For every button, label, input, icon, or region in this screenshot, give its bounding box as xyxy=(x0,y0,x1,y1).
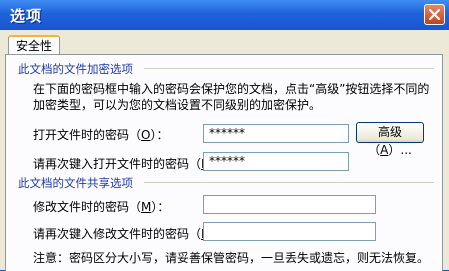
modify-password-field[interactable] xyxy=(203,195,376,214)
open-password-field[interactable]: ****** xyxy=(203,124,349,143)
section-divider xyxy=(144,182,434,183)
close-button[interactable] xyxy=(424,4,445,25)
title-bar[interactable]: 选项 xyxy=(0,0,449,30)
close-icon xyxy=(429,9,440,20)
reenter-modify-password-label: 请再次键入修改文件时的密码（R）： xyxy=(33,227,227,241)
tab-security[interactable]: 安全性 xyxy=(8,35,60,56)
reenter-modify-password-field[interactable] xyxy=(203,222,376,241)
reenter-open-password-label: 请再次键入打开文件时的密码（P）： xyxy=(33,157,226,171)
section-divider xyxy=(144,68,434,69)
reenter-open-password-field[interactable]: ****** xyxy=(203,152,349,171)
encrypt-description-line1: 在下面的密码框中输入的密码会保护您的文档，点击“高级”按钮选择不同的 xyxy=(33,82,430,96)
window-title: 选项 xyxy=(10,7,43,25)
options-dialog: 选项 安全性 此文档的文件加密选项 在下面的密码框中输入的密码会保护您的文档，点… xyxy=(0,0,449,271)
modify-password-label: 修改文件时的密码（M）： xyxy=(33,200,170,214)
note-text: 注意：密码区分大小写，请妥善保管密码，一旦丢失或遗忘，则无法恢复。 xyxy=(33,251,430,265)
open-password-label: 打开文件时的密码（O）： xyxy=(33,128,169,142)
share-section-title: 此文档的文件共享选项 xyxy=(18,176,133,190)
advanced-button[interactable]: 高级（A）... xyxy=(356,122,424,157)
encrypt-section-title: 此文档的文件加密选项 xyxy=(18,62,133,76)
encrypt-description-line2: 加密类型，可以为您的文档设置不同级别的加密保护。 xyxy=(33,98,322,112)
